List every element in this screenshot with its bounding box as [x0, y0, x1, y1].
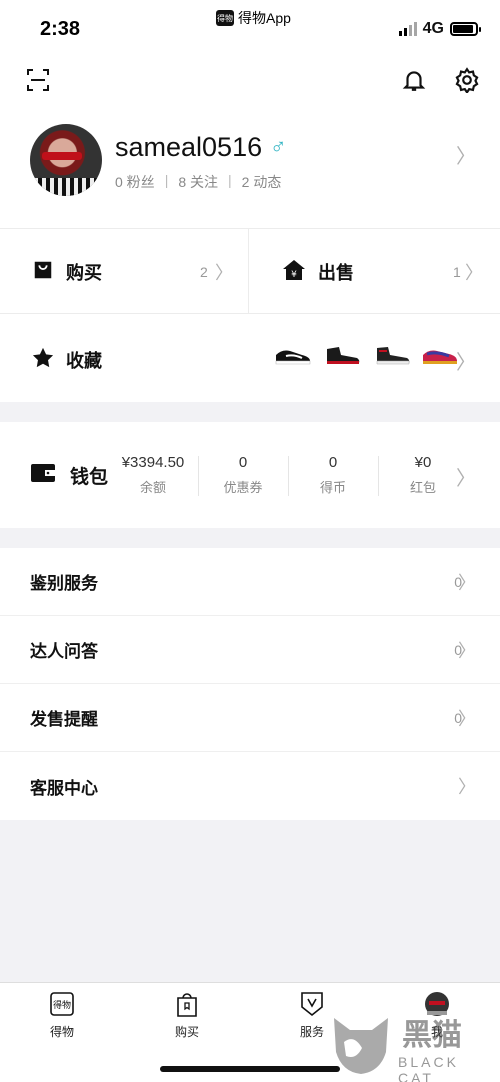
chevron-right-icon: 〉	[465, 263, 483, 283]
red-packet-label: 红包	[409, 480, 436, 495]
profile-stats: 0 粉丝 | 8 关注 | 2 动态	[115, 172, 282, 192]
menu-item-expert-qa[interactable]: 达人问答 0 〉	[0, 616, 500, 684]
balance-label: 余额	[139, 480, 166, 495]
bell-icon[interactable]	[398, 64, 430, 96]
status-indicators: 4G	[398, 20, 481, 38]
divider	[288, 456, 289, 496]
wallet-label: 钱包	[70, 467, 109, 488]
app-badge-icon: 得物	[216, 10, 234, 26]
tab-label: 购买	[174, 1025, 199, 1039]
buy-label: 购买	[66, 263, 102, 283]
chevron-right-icon: 〉	[215, 263, 233, 283]
profile-card[interactable]: sameal0516 ♂ 0 粉丝 | 8 关注 | 2 动态 〉	[0, 110, 500, 228]
status-bar: 2:38 得物 得物App 4G	[0, 0, 500, 58]
wallet-red-packet[interactable]: ¥0 红包	[380, 454, 466, 496]
chevron-right-icon: 〉	[456, 468, 476, 490]
svg-text:得物: 得物	[53, 999, 71, 1011]
shopping-bag-icon	[174, 991, 200, 1017]
status-app-label: 得物App	[238, 10, 291, 26]
star-icon	[32, 347, 54, 374]
status-app-name: 得物 得物App	[216, 8, 291, 28]
tab-dewu[interactable]: 得物 得物	[22, 991, 102, 1040]
home-indicator[interactable]	[160, 1066, 340, 1072]
following-count[interactable]: 8 关注	[178, 172, 218, 192]
signal-icon	[398, 22, 417, 36]
fans-count[interactable]: 0 粉丝	[115, 172, 155, 192]
posts-count[interactable]: 2 动态	[242, 172, 282, 192]
chevron-right-icon: 〉	[458, 708, 476, 729]
buy-count: 2	[200, 264, 208, 280]
menu-item-label: 达人问答	[30, 642, 98, 661]
chevron-right-icon: 〉	[456, 146, 476, 168]
network-label: 4G	[422, 20, 444, 37]
tab-label: 得物	[49, 1025, 74, 1039]
gear-icon[interactable]	[451, 64, 483, 96]
tab-buy[interactable]: 购买	[147, 991, 227, 1040]
menu-item-label: 鉴别服务	[30, 574, 98, 593]
coins-value: 0	[328, 454, 338, 471]
house-yen-icon: ¥	[282, 259, 306, 286]
red-packet-value: ¥0	[414, 454, 432, 471]
status-time: 2:38	[40, 18, 81, 40]
menu-item-label: 发售提醒	[30, 710, 98, 729]
chevron-right-icon: 〉	[456, 352, 476, 374]
orders-section: 购买 2 〉 ¥ 出售 1 〉	[0, 228, 500, 315]
shopping-bag-icon	[32, 259, 54, 286]
dewu-logo-icon: 得物	[49, 991, 75, 1017]
sneaker-thumbnail	[275, 350, 311, 365]
chevron-right-icon: 〉	[458, 572, 476, 593]
menu-item-customer-service[interactable]: 客服中心 〉	[0, 752, 500, 820]
avatar[interactable]	[30, 124, 102, 196]
wallet-balance[interactable]: ¥3394.50 余额	[110, 454, 196, 496]
wallet-coupons[interactable]: 0 优惠券	[200, 454, 286, 496]
username: sameal0516	[115, 132, 263, 162]
gender-male-icon: ♂	[270, 134, 287, 159]
wallet-coins[interactable]: 0 得币	[290, 454, 376, 496]
wallet-icon	[30, 462, 56, 489]
watermark-logo: 黑猫 BLACK CAT	[332, 1010, 492, 1082]
sell-count: 1	[453, 264, 461, 280]
collection-label: 收藏	[66, 351, 102, 371]
battery-icon	[450, 22, 481, 36]
menu-item-release-reminder[interactable]: 发售提醒 0 〉	[0, 684, 500, 752]
sell-label: 出售	[318, 263, 354, 283]
menu-item-label: 客服中心	[30, 778, 98, 798]
chevron-right-icon: 〉	[458, 777, 476, 797]
sneaker-thumbnail	[327, 347, 360, 364]
sneaker-thumbnail	[423, 350, 457, 364]
watermark-title: 黑猫	[402, 1019, 462, 1052]
menu-item-authentication[interactable]: 鉴别服务 0 〉	[0, 548, 500, 616]
sell-entry[interactable]: ¥ 出售 1 〉	[250, 229, 500, 315]
divider	[378, 456, 379, 496]
coupons-label: 优惠券	[223, 480, 263, 495]
buy-entry[interactable]: 购买 2 〉	[0, 229, 249, 315]
scan-icon[interactable]	[22, 64, 54, 96]
sneaker-thumbnail	[376, 347, 410, 365]
coupons-value: 0	[238, 454, 248, 471]
top-bar	[0, 58, 500, 110]
coins-label: 得币	[319, 480, 346, 495]
service-menu: 鉴别服务 0 〉 达人问答 0 〉 发售提醒 0 〉 客服中心 〉	[0, 548, 500, 820]
divider	[198, 456, 199, 496]
balance-value: ¥3394.50	[121, 454, 185, 471]
chevron-right-icon: 〉	[458, 640, 476, 661]
watermark-subtitle: BLACK CAT	[398, 1054, 459, 1082]
svg-text:¥: ¥	[291, 270, 297, 280]
shield-v-icon	[299, 991, 325, 1017]
wallet-section[interactable]: 钱包 ¥3394.50 余额 0 优惠券 0 得币 ¥0 红包 〉	[0, 422, 500, 528]
